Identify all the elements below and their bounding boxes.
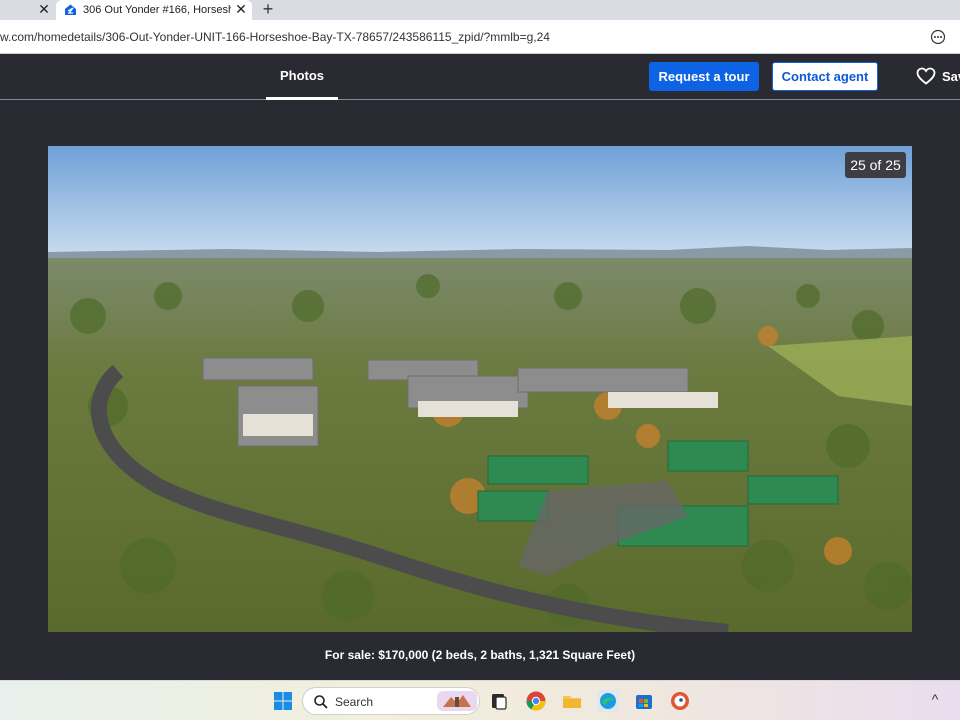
zillow-favicon-icon [65, 4, 76, 15]
windows-taskbar: Search ^ [0, 680, 960, 720]
chrome-icon[interactable] [525, 690, 547, 712]
edge-icon[interactable] [597, 690, 619, 712]
more-options-icon[interactable] [930, 29, 946, 45]
windows-start-icon[interactable] [272, 690, 294, 712]
tab-close-icon[interactable]: ✕ [233, 1, 249, 17]
system-tray-chevron-up-icon[interactable]: ^ [928, 692, 942, 706]
task-view-icon[interactable] [488, 690, 510, 712]
save-label: Save [942, 69, 960, 84]
contact-agent-button[interactable]: Contact agent [772, 62, 878, 91]
listing-caption: For sale: $170,000 (2 beds, 2 baths, 1,3… [324, 648, 636, 662]
search-highlight-icon [437, 691, 477, 711]
tab-photos[interactable]: Photos [266, 54, 338, 100]
duckduckgo-icon[interactable] [669, 690, 691, 712]
file-explorer-icon[interactable] [561, 690, 583, 712]
listing-photo[interactable] [48, 146, 912, 632]
photo-counter-badge: 25 of 25 [845, 152, 906, 178]
browser-tab-active[interactable]: 306 Out Yonder #166, Horseshoe B ✕ [56, 0, 252, 20]
url-text[interactable]: w.com/homedetails/306-Out-Yonder-UNIT-16… [0, 30, 550, 44]
browser-tab-strip: ✕ 306 Out Yonder #166, Horseshoe B ✕ + [0, 0, 960, 20]
site-header: Photos Request a tour Contact agent Save [0, 54, 960, 100]
close-icon[interactable]: ✕ [36, 1, 52, 17]
search-placeholder: Search [335, 695, 374, 709]
microsoft-store-icon[interactable] [633, 690, 655, 712]
request-tour-button[interactable]: Request a tour [649, 62, 759, 91]
search-icon [314, 695, 328, 709]
save-button[interactable]: Save [916, 66, 960, 88]
address-bar[interactable]: w.com/homedetails/306-Out-Yonder-UNIT-16… [0, 20, 960, 54]
heart-icon [916, 67, 936, 85]
aerial-photo-image [48, 146, 912, 632]
taskbar-search-input[interactable]: Search [302, 687, 480, 715]
new-tab-plus-icon[interactable]: + [258, 0, 278, 19]
tab-title: 306 Out Yonder #166, Horseshoe B [83, 4, 231, 16]
